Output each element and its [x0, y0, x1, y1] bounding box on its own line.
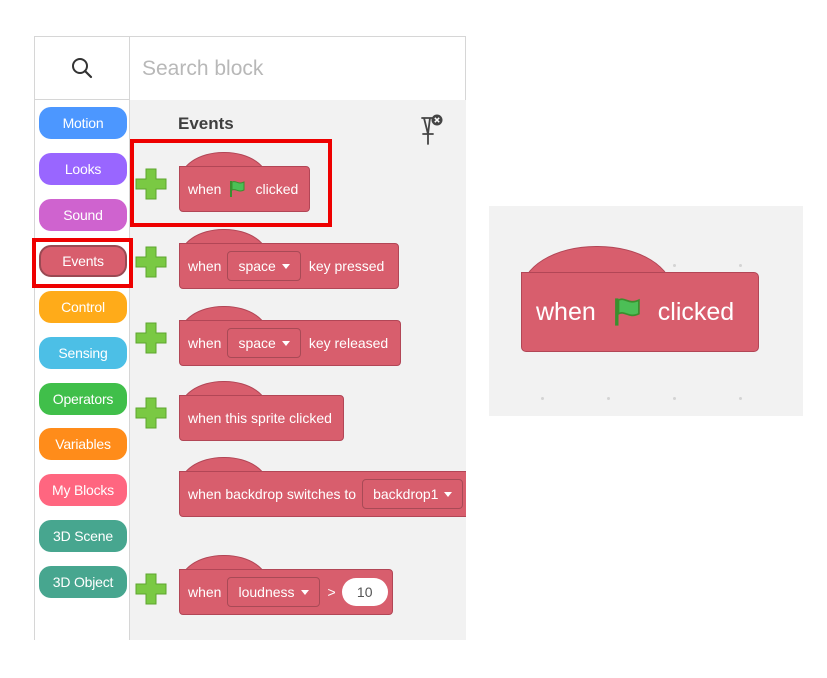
add-block-plus-icon[interactable]	[134, 572, 168, 606]
chevron-down-icon	[281, 340, 290, 346]
category-operators[interactable]: Operators	[39, 383, 127, 415]
add-block-plus-icon[interactable]	[134, 396, 168, 430]
highlight-box-events-category	[32, 238, 133, 288]
chevron-down-icon	[444, 491, 453, 497]
category-sensing[interactable]: Sensing	[39, 337, 127, 369]
chevron-down-icon	[281, 263, 290, 269]
dropdown-value: space	[238, 335, 276, 351]
dropdown-value: space	[238, 258, 276, 274]
highlight-box-block	[130, 139, 332, 227]
block-text: clicked	[657, 297, 735, 326]
search-bar[interactable]: Search block	[130, 36, 466, 100]
block-text: when	[536, 297, 596, 326]
chevron-down-icon	[300, 589, 309, 595]
add-block-plus-icon[interactable]	[134, 245, 168, 279]
category-my-blocks[interactable]: My Blocks	[39, 474, 127, 506]
add-block-plus-icon[interactable]	[134, 321, 168, 355]
category-column: Motion Looks Sound Events Control Sensing Oper…	[34, 36, 130, 640]
key-dropdown[interactable]: space	[227, 251, 301, 281]
search-input[interactable]: Search block	[142, 57, 263, 81]
backdrop-dropdown[interactable]: backdrop1	[362, 479, 464, 509]
category-motion[interactable]: Motion	[39, 107, 127, 139]
category-sound[interactable]: Sound	[39, 199, 127, 231]
category-variables[interactable]: Variables	[39, 428, 127, 460]
dropdown-value: backdrop1	[373, 486, 439, 502]
category-looks[interactable]: Looks	[39, 153, 127, 185]
loudness-value-input[interactable]: 10	[341, 578, 388, 606]
dropdown-value: loudness	[238, 584, 295, 600]
key-dropdown[interactable]: space	[227, 328, 301, 358]
category-3d-scene[interactable]: 3D Scene	[39, 520, 127, 552]
category-control[interactable]: Control	[39, 291, 127, 323]
section-title: Events	[178, 114, 234, 133]
green-flag-icon	[614, 298, 640, 326]
pin-icon[interactable]	[418, 112, 444, 146]
block-text: when	[188, 584, 222, 600]
category-3d-object[interactable]: 3D Object	[39, 566, 127, 598]
zoomed-block-preview: when clicked	[489, 206, 803, 416]
operator-text: >	[327, 584, 336, 600]
sensor-dropdown[interactable]: loudness	[227, 577, 320, 607]
block-text: when	[188, 335, 222, 351]
block-text: when backdrop switches to	[188, 486, 357, 502]
block-text: when this sprite clicked	[188, 410, 332, 426]
block-text: key released	[308, 335, 389, 351]
block-palette-panel: Motion Looks Sound Events Control Sensing Oper…	[34, 36, 466, 640]
search-icon[interactable]	[34, 36, 130, 100]
block-text: when	[188, 258, 222, 274]
block-text: key pressed	[308, 258, 385, 274]
